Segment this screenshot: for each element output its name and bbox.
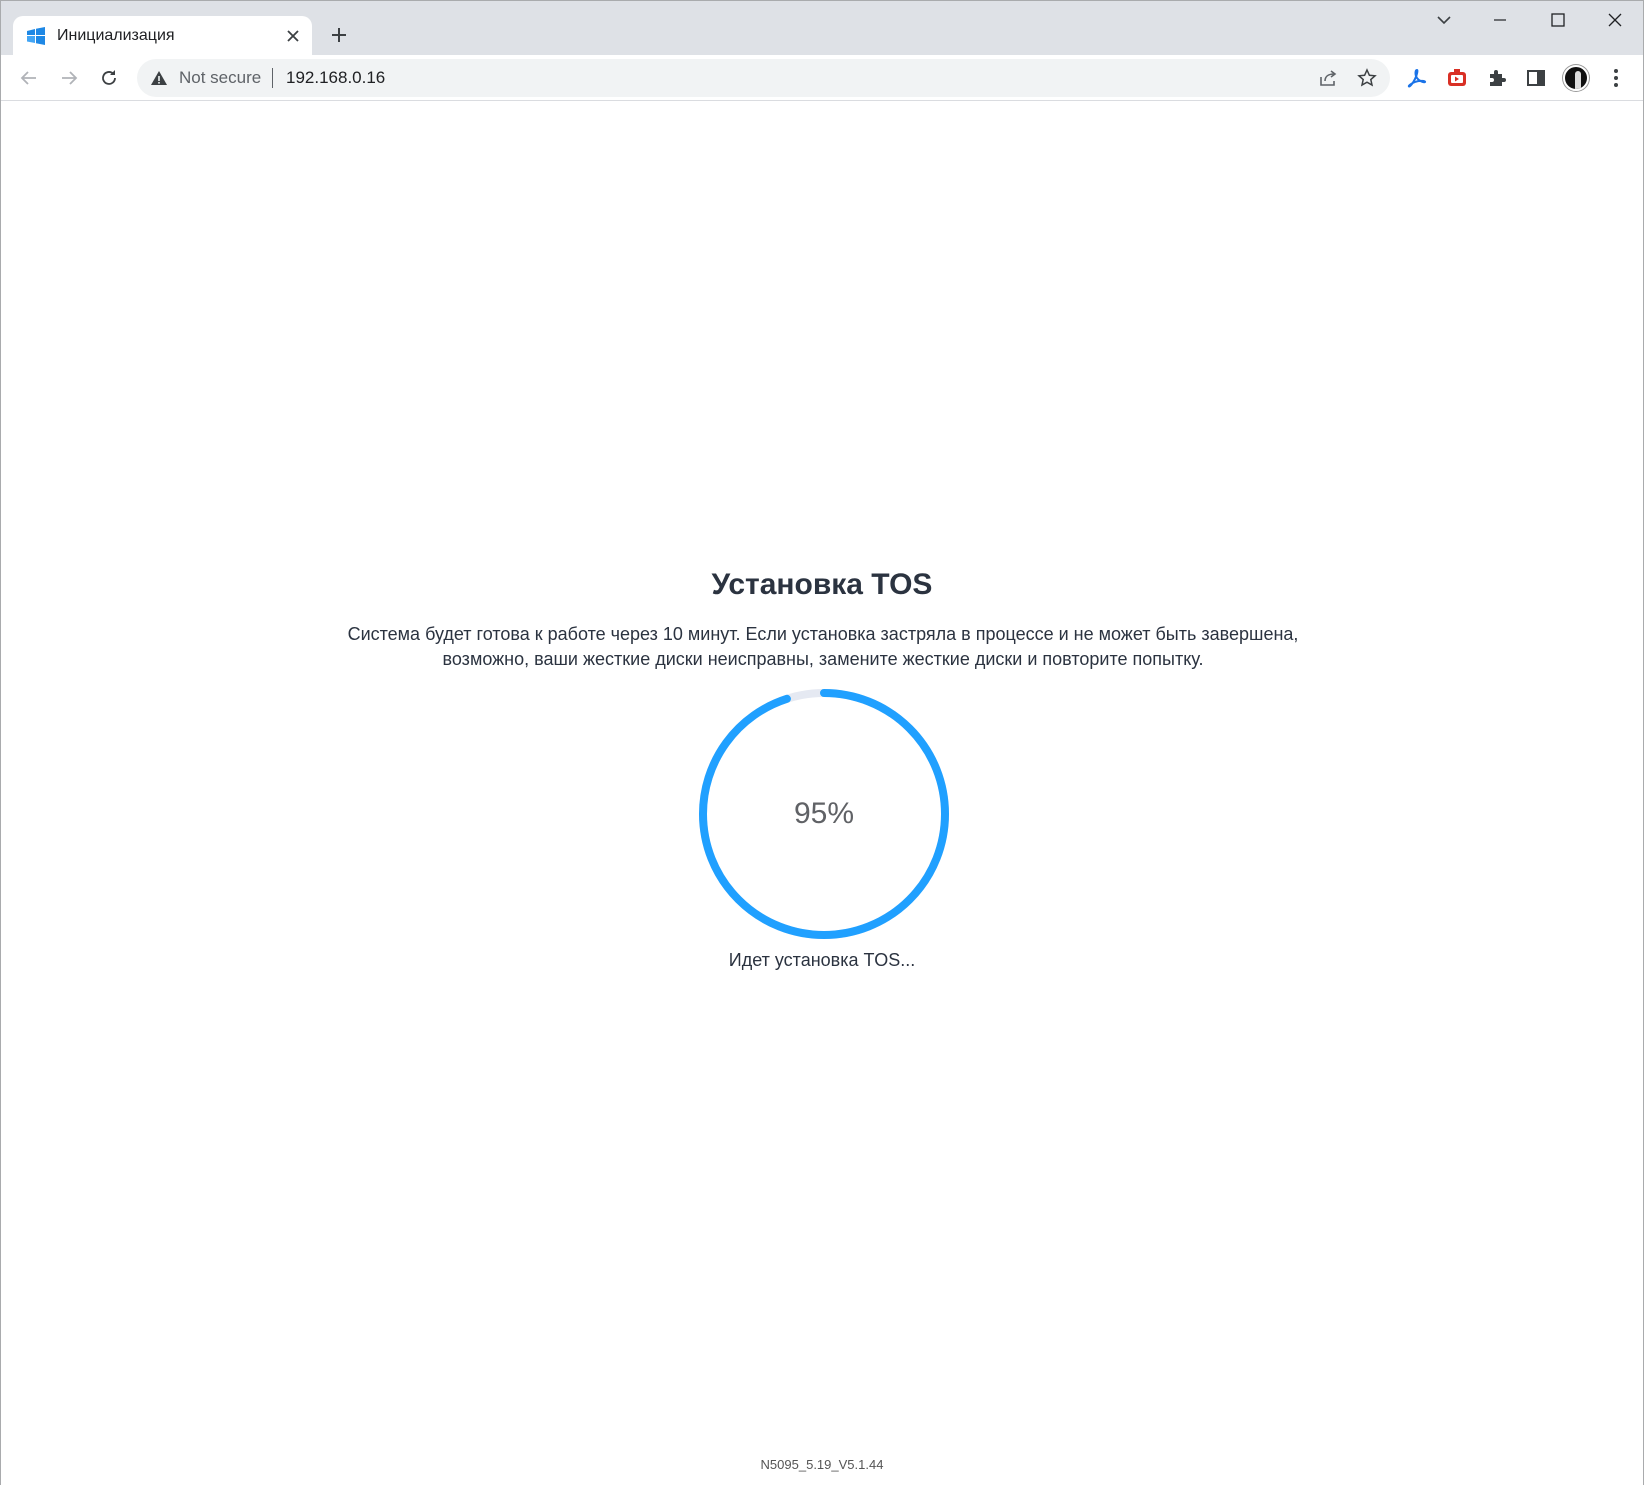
reload-button[interactable] [92,61,126,95]
progress-percentage: 95% [793,797,855,830]
install-description: Система будет готова к работе через 10 м… [347,624,1299,669]
warning-triangle-icon[interactable] [150,69,168,87]
tab-search-button[interactable] [1416,1,1472,39]
chevron-down-icon [1437,16,1451,25]
divider [272,68,273,88]
tab-title: Инициализация [57,27,175,44]
arrow-left-icon [20,71,36,85]
page-content: Установка TOS Система будет готова к раб… [1,102,1643,1485]
close-window-button[interactable] [1587,1,1643,39]
security-status-label[interactable]: Not secure [179,68,261,88]
minimize-icon [1494,19,1506,21]
reload-icon [102,70,116,85]
puzzle-extensions-icon[interactable] [1480,61,1514,95]
maximize-icon [1551,13,1565,27]
install-status: Идет установка TOS... [728,950,916,970]
page-title: Установка TOS [711,568,933,601]
video-extension-icon[interactable] [1440,61,1474,95]
tab-strip: Инициализация [1,1,1643,55]
browser-toolbar: Not secure 192.168.0.16 [1,55,1643,101]
close-icon [1608,13,1622,27]
acrobat-extension-icon[interactable] [1400,61,1434,95]
back-button[interactable] [12,61,46,95]
maximize-button[interactable] [1530,1,1586,39]
side-panel-icon[interactable] [1519,61,1553,95]
firmware-version: N5095_5.19_V5.1.44 [760,1457,884,1472]
arrow-right-icon [62,71,78,85]
nas-window-icon [26,26,46,46]
avatar [1563,65,1589,91]
tab-close-icon[interactable] [281,24,305,48]
tab-initialization[interactable]: Инициализация [13,16,312,55]
share-icon[interactable] [1314,64,1342,92]
url-text[interactable]: 192.168.0.16 [286,68,385,88]
bookmark-star-icon[interactable] [1353,64,1381,92]
new-tab-button[interactable] [325,21,353,49]
menu-button[interactable] [1599,61,1633,95]
profile-avatar[interactable] [1559,61,1593,95]
plus-icon [332,28,346,42]
browser-window: Инициализация Not secure 192.168.0.16 Ус… [0,0,1644,1485]
forward-button[interactable] [52,61,86,95]
more-vertical-icon [1614,69,1618,87]
minimize-button[interactable] [1472,1,1528,39]
address-bar[interactable]: Not secure 192.168.0.16 [137,59,1390,97]
